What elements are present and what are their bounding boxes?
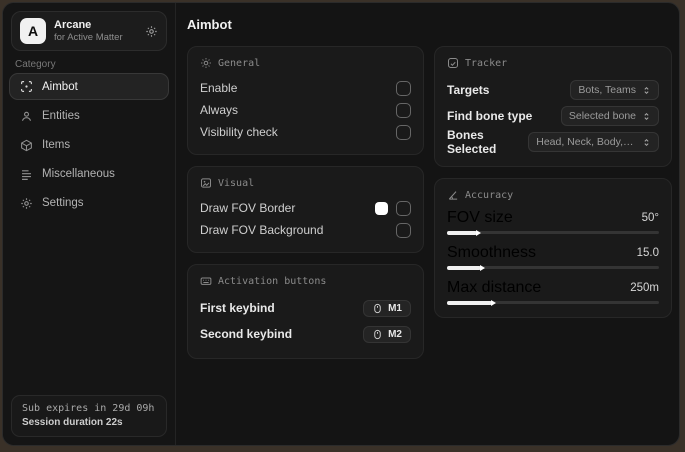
page-title: Aimbot: [187, 17, 232, 32]
keybind-label: First keybind: [200, 301, 275, 315]
tracker-label: Find bone type: [447, 109, 533, 123]
subscription-card: Sub expires in 29d 09h Session duration …: [11, 395, 167, 437]
app-logo: A: [20, 18, 46, 44]
tracker-card: Tracker Targets Bots, Teams Find bone ty…: [434, 46, 672, 167]
card-title: Activation buttons: [218, 275, 327, 287]
select-value: Selected bone: [568, 110, 636, 122]
setting-label: Always: [200, 103, 239, 117]
left-column: General Enable Always Visibility check V…: [187, 46, 424, 370]
app-title: Arcane: [54, 18, 92, 31]
first-keybind-button[interactable]: M1: [363, 299, 411, 317]
sub-expires-text: Sub expires in 29d 09h: [22, 403, 155, 414]
gear-icon[interactable]: [145, 25, 158, 38]
unfold-icon: [642, 86, 651, 95]
crosshair-icon: [20, 80, 33, 93]
sidebar-item-label: Miscellaneous: [42, 168, 115, 180]
card-title: Visual: [218, 177, 255, 189]
setting-row: Draw FOV Background: [200, 219, 411, 241]
slider-label: Max distance: [447, 279, 542, 296]
smoothness-slider[interactable]: [447, 265, 659, 270]
sidebar-item-miscellaneous[interactable]: Miscellaneous: [9, 160, 169, 188]
unfold-icon: [642, 112, 651, 121]
enable-checkbox[interactable]: [396, 80, 411, 96]
sidebar: A Arcane for Active Matter Category Aimb…: [3, 3, 176, 445]
app-window: A Arcane for Active Matter Category Aimb…: [2, 2, 680, 446]
always-checkbox[interactable]: [396, 102, 411, 118]
setting-row: Visibility check: [200, 121, 411, 143]
sidebar-item-label: Entities: [42, 110, 80, 122]
general-card: General Enable Always Visibility check: [187, 46, 424, 155]
app-subtitle: for Active Matter: [54, 31, 123, 43]
bones-selected-select[interactable]: Head, Neck, Body, Pe...: [528, 132, 659, 152]
slider-value: 250m: [630, 282, 659, 294]
visual-card: Visual Draw FOV Border Draw FOV Backgrou…: [187, 166, 424, 253]
second-keybind-button[interactable]: M2: [363, 325, 411, 343]
setting-label: Visibility check: [200, 125, 278, 139]
app-header-card: A Arcane for Active Matter: [11, 11, 167, 51]
setting-label: Draw FOV Border: [200, 201, 296, 215]
category-label: Category: [15, 59, 56, 70]
main-content: Aimbot General Enable Always Visibility …: [177, 3, 679, 445]
mouse-icon: [372, 303, 383, 314]
sidebar-item-settings[interactable]: Settings: [9, 189, 169, 217]
targets-select[interactable]: Bots, Teams: [570, 80, 659, 100]
visibility-check-checkbox[interactable]: [396, 124, 411, 140]
slider-value: 50°: [641, 212, 659, 224]
sidebar-nav: Aimbot Entities Items Miscellaneous Sett…: [9, 73, 169, 218]
keybind-row: First keybind M1: [200, 295, 411, 321]
sidebar-item-aimbot[interactable]: Aimbot: [9, 73, 169, 100]
sidebar-item-label: Settings: [42, 197, 84, 209]
slider-value: 15.0: [636, 247, 659, 259]
slider-label: FOV size: [447, 209, 513, 226]
image-icon: [200, 177, 212, 189]
setting-row: Draw FOV Border: [200, 197, 411, 219]
mouse-icon: [372, 329, 383, 340]
sidebar-item-label: Aimbot: [42, 80, 78, 93]
cube-icon: [20, 139, 33, 152]
slider-label: Smoothness: [447, 244, 536, 261]
setting-row: Always: [200, 99, 411, 121]
select-value: Head, Neck, Body, Pe...: [536, 136, 636, 148]
gear-icon: [20, 197, 33, 210]
keybind-value: M2: [388, 328, 402, 340]
find-bone-type-select[interactable]: Selected bone: [560, 106, 659, 126]
tracker-row: Targets Bots, Teams: [447, 77, 659, 103]
list-icon: [20, 168, 33, 181]
card-title: Accuracy: [465, 189, 514, 201]
keyboard-icon: [200, 275, 212, 287]
max-distance-slider[interactable]: [447, 300, 659, 305]
entities-icon: [20, 110, 33, 123]
accuracy-card: Accuracy FOV size 50° Smoothness 15.0 Ma…: [434, 178, 672, 318]
setting-row: Enable: [200, 77, 411, 99]
keybind-row: Second keybind M2: [200, 321, 411, 347]
keybind-label: Second keybind: [200, 327, 293, 341]
slider-row: FOV size 50°: [447, 209, 659, 235]
sidebar-item-items[interactable]: Items: [9, 131, 169, 159]
right-column: Tracker Targets Bots, Teams Find bone ty…: [434, 46, 672, 370]
slider-row: Max distance 250m: [447, 279, 659, 305]
tracker-label: Targets: [447, 83, 490, 97]
tracker-label: Bones Selected: [447, 128, 497, 156]
draw-fov-border-checkbox[interactable]: [396, 200, 411, 216]
fov-border-color-swatch[interactable]: [375, 201, 388, 215]
card-title: Tracker: [465, 57, 508, 69]
tracker-row: Bones Selected Head, Neck, Body, Pe...: [447, 128, 659, 156]
session-duration-text: Session duration 22s: [22, 417, 123, 428]
unfold-icon: [642, 138, 651, 147]
slider-row: Smoothness 15.0: [447, 244, 659, 270]
setting-label: Draw FOV Background: [200, 223, 324, 237]
angle-icon: [447, 189, 459, 201]
sidebar-item-entities[interactable]: Entities: [9, 102, 169, 130]
sun-icon: [200, 57, 212, 69]
keybind-value: M1: [388, 302, 402, 314]
select-value: Bots, Teams: [578, 84, 636, 96]
activation-card: Activation buttons First keybind M1 Seco…: [187, 264, 424, 359]
radar-icon: [447, 57, 459, 69]
fov-size-slider[interactable]: [447, 230, 659, 235]
card-title: General: [218, 57, 261, 69]
draw-fov-background-checkbox[interactable]: [396, 222, 411, 238]
tracker-row: Find bone type Selected bone: [447, 103, 659, 129]
setting-label: Enable: [200, 81, 238, 95]
sidebar-item-label: Items: [42, 139, 71, 151]
